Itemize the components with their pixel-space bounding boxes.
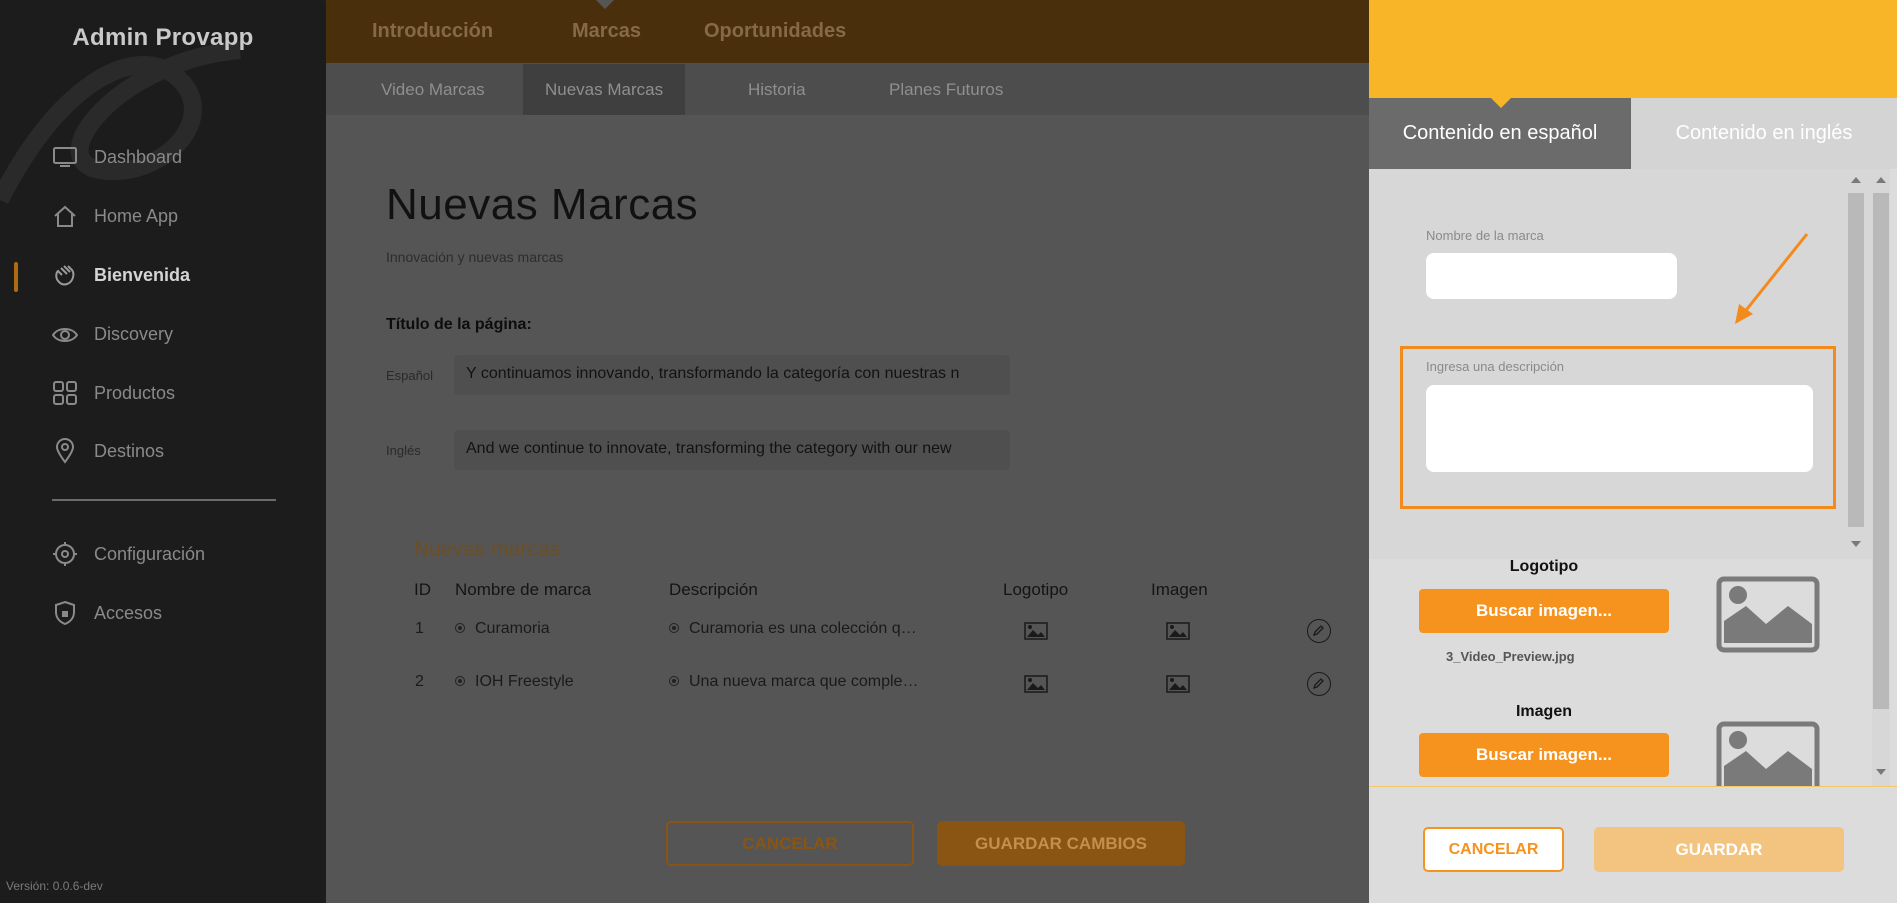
scroll-down-icon[interactable]	[1851, 541, 1861, 547]
sidebar-item-configuracion[interactable]: Configuración	[52, 539, 205, 569]
sidebar-item-home-app[interactable]: Home App	[52, 201, 178, 231]
page-title: Nuevas Marcas	[386, 180, 699, 229]
column-header-description: Descripción	[669, 580, 758, 599]
shield-icon	[52, 600, 78, 626]
form-scrollbar[interactable]	[1847, 169, 1865, 559]
save-changes-button[interactable]: GUARDAR CAMBIOS	[937, 821, 1185, 866]
description-textarea[interactable]	[1426, 385, 1813, 472]
image-title: Imagen	[1515, 703, 1572, 720]
sidebar-item-label: Accesos	[94, 602, 163, 623]
tab-english-content[interactable]: Contenido en inglés	[1631, 98, 1897, 169]
sidebar-item-accesos[interactable]: Accesos	[52, 598, 162, 628]
image-icon[interactable]	[1024, 622, 1048, 640]
tab-marcas[interactable]: Marcas	[572, 20, 641, 43]
subtab-planes-futuros[interactable]: Planes Futuros	[867, 64, 1025, 115]
active-tab-caret	[1491, 98, 1511, 108]
grid-icon	[52, 380, 78, 406]
panel-save-button[interactable]: GUARDAR	[1594, 827, 1844, 872]
eye-icon	[52, 321, 78, 347]
panel-scrollbar[interactable]	[1872, 169, 1890, 786]
column-header-name: Nombre de marca	[455, 580, 592, 599]
edit-brand-panel: Contenido en español Contenido en inglés…	[1369, 0, 1897, 903]
sidebar: Admin Provapp Dashboard Home App Bienven…	[0, 0, 326, 903]
gear-icon	[52, 541, 78, 567]
sidebar-item-bienvenida[interactable]: Bienvenida	[52, 260, 190, 290]
logo-file-name: 3_Video_Preview.jpg	[1446, 649, 1575, 664]
table-heading: Nuevas marcas	[414, 538, 560, 561]
scroll-thumb[interactable]	[1848, 193, 1864, 527]
sidebar-item-productos[interactable]: Productos	[52, 378, 175, 408]
row-name: Curamoria	[455, 620, 550, 638]
image-icon[interactable]	[1024, 675, 1048, 693]
logo-title: Logotipo	[1509, 558, 1579, 575]
sidebar-item-label: Productos	[94, 382, 176, 403]
main-content: Introducción Marcas Oportunidades Video …	[326, 0, 1369, 903]
column-header-id: ID	[414, 580, 431, 599]
top-nav: Introducción Marcas Oportunidades	[326, 0, 1369, 64]
image-icon[interactable]	[1166, 622, 1190, 640]
annotation-arrow	[1735, 233, 1809, 324]
edit-icon[interactable]	[1307, 672, 1331, 696]
active-tab-caret	[596, 0, 614, 9]
scroll-up-icon[interactable]	[1851, 177, 1861, 183]
image-placeholder-icon	[1716, 721, 1820, 786]
scroll-thumb[interactable]	[1873, 193, 1889, 709]
english-title-input[interactable]: And we continue to innovate, transformin…	[454, 430, 1010, 470]
sidebar-divider	[52, 499, 276, 501]
radio-icon	[455, 623, 465, 633]
wave-hand-icon	[52, 262, 78, 288]
sidebar-item-label: Home App	[94, 205, 179, 226]
spanish-label: Español	[386, 368, 433, 383]
brand-name-input[interactable]	[1426, 253, 1677, 299]
logo-image-placeholder-icon	[1716, 576, 1820, 653]
tab-oportunidades[interactable]: Oportunidades	[704, 20, 846, 43]
column-header-logo: Logotipo	[1003, 580, 1069, 599]
panel-header	[1369, 0, 1897, 98]
image-icon[interactable]	[1166, 675, 1190, 693]
row-description: Curamoria es una colección q…	[669, 620, 917, 638]
tab-spanish-content[interactable]: Contenido en español	[1369, 98, 1631, 169]
sidebar-item-label: Bienvenida	[94, 264, 191, 285]
edit-icon[interactable]	[1307, 619, 1331, 643]
app-title: Admin Provapp	[72, 24, 254, 51]
image-browse-button[interactable]: Buscar imagen...	[1419, 733, 1669, 777]
column-header-image: Imagen	[1151, 580, 1208, 599]
cancel-button[interactable]: CANCELAR	[666, 821, 914, 866]
page-title-label: Título de la página:	[386, 316, 532, 333]
radio-icon	[455, 676, 465, 686]
sidebar-item-discovery[interactable]: Discovery	[52, 319, 173, 349]
panel-cancel-button[interactable]: CANCELAR	[1423, 827, 1564, 872]
sidebar-item-label: Discovery	[94, 323, 174, 344]
tab-introduccion[interactable]: Introducción	[372, 20, 493, 43]
row-description: Una nueva marca que comple…	[669, 673, 918, 691]
table-divider	[386, 563, 1369, 564]
subtab-video-marcas[interactable]: Video Marcas	[359, 64, 507, 115]
sidebar-item-label: Destinos	[94, 440, 165, 461]
home-icon	[52, 203, 78, 229]
radio-icon	[669, 676, 679, 686]
sidebar-item-destinos[interactable]: Destinos	[52, 436, 164, 466]
radio-icon	[669, 623, 679, 633]
version-label: Versión: 0.0.6-dev	[6, 879, 103, 893]
brand-name-label: Nombre de la marca	[1426, 228, 1544, 243]
scroll-down-icon[interactable]	[1876, 769, 1886, 775]
active-indicator	[14, 262, 18, 292]
spanish-title-input[interactable]: Y continuamos innovando, transformando l…	[454, 355, 1010, 395]
english-label: Inglés	[386, 443, 421, 458]
page-subtitle: Innovación y nuevas marcas	[386, 249, 564, 265]
row-id: 2	[415, 673, 424, 690]
monitor-icon	[52, 144, 78, 170]
sidebar-item-dashboard[interactable]: Dashboard	[52, 142, 182, 172]
subtab-historia[interactable]: Historia	[726, 64, 828, 115]
sub-nav: Video Marcas Nuevas Marcas Historia Plan…	[326, 64, 1369, 115]
subtab-nuevas-marcas[interactable]: Nuevas Marcas	[523, 64, 686, 115]
sidebar-item-label: Dashboard	[94, 146, 183, 167]
map-pin-icon	[52, 438, 78, 464]
row-id: 1	[415, 620, 424, 637]
row-name: IOH Freestyle	[455, 673, 574, 691]
scroll-up-icon[interactable]	[1876, 177, 1886, 183]
sidebar-item-label: Configuración	[94, 543, 206, 564]
logo-browse-button[interactable]: Buscar imagen...	[1419, 589, 1669, 633]
description-label: Ingresa una descripción	[1426, 359, 1565, 374]
